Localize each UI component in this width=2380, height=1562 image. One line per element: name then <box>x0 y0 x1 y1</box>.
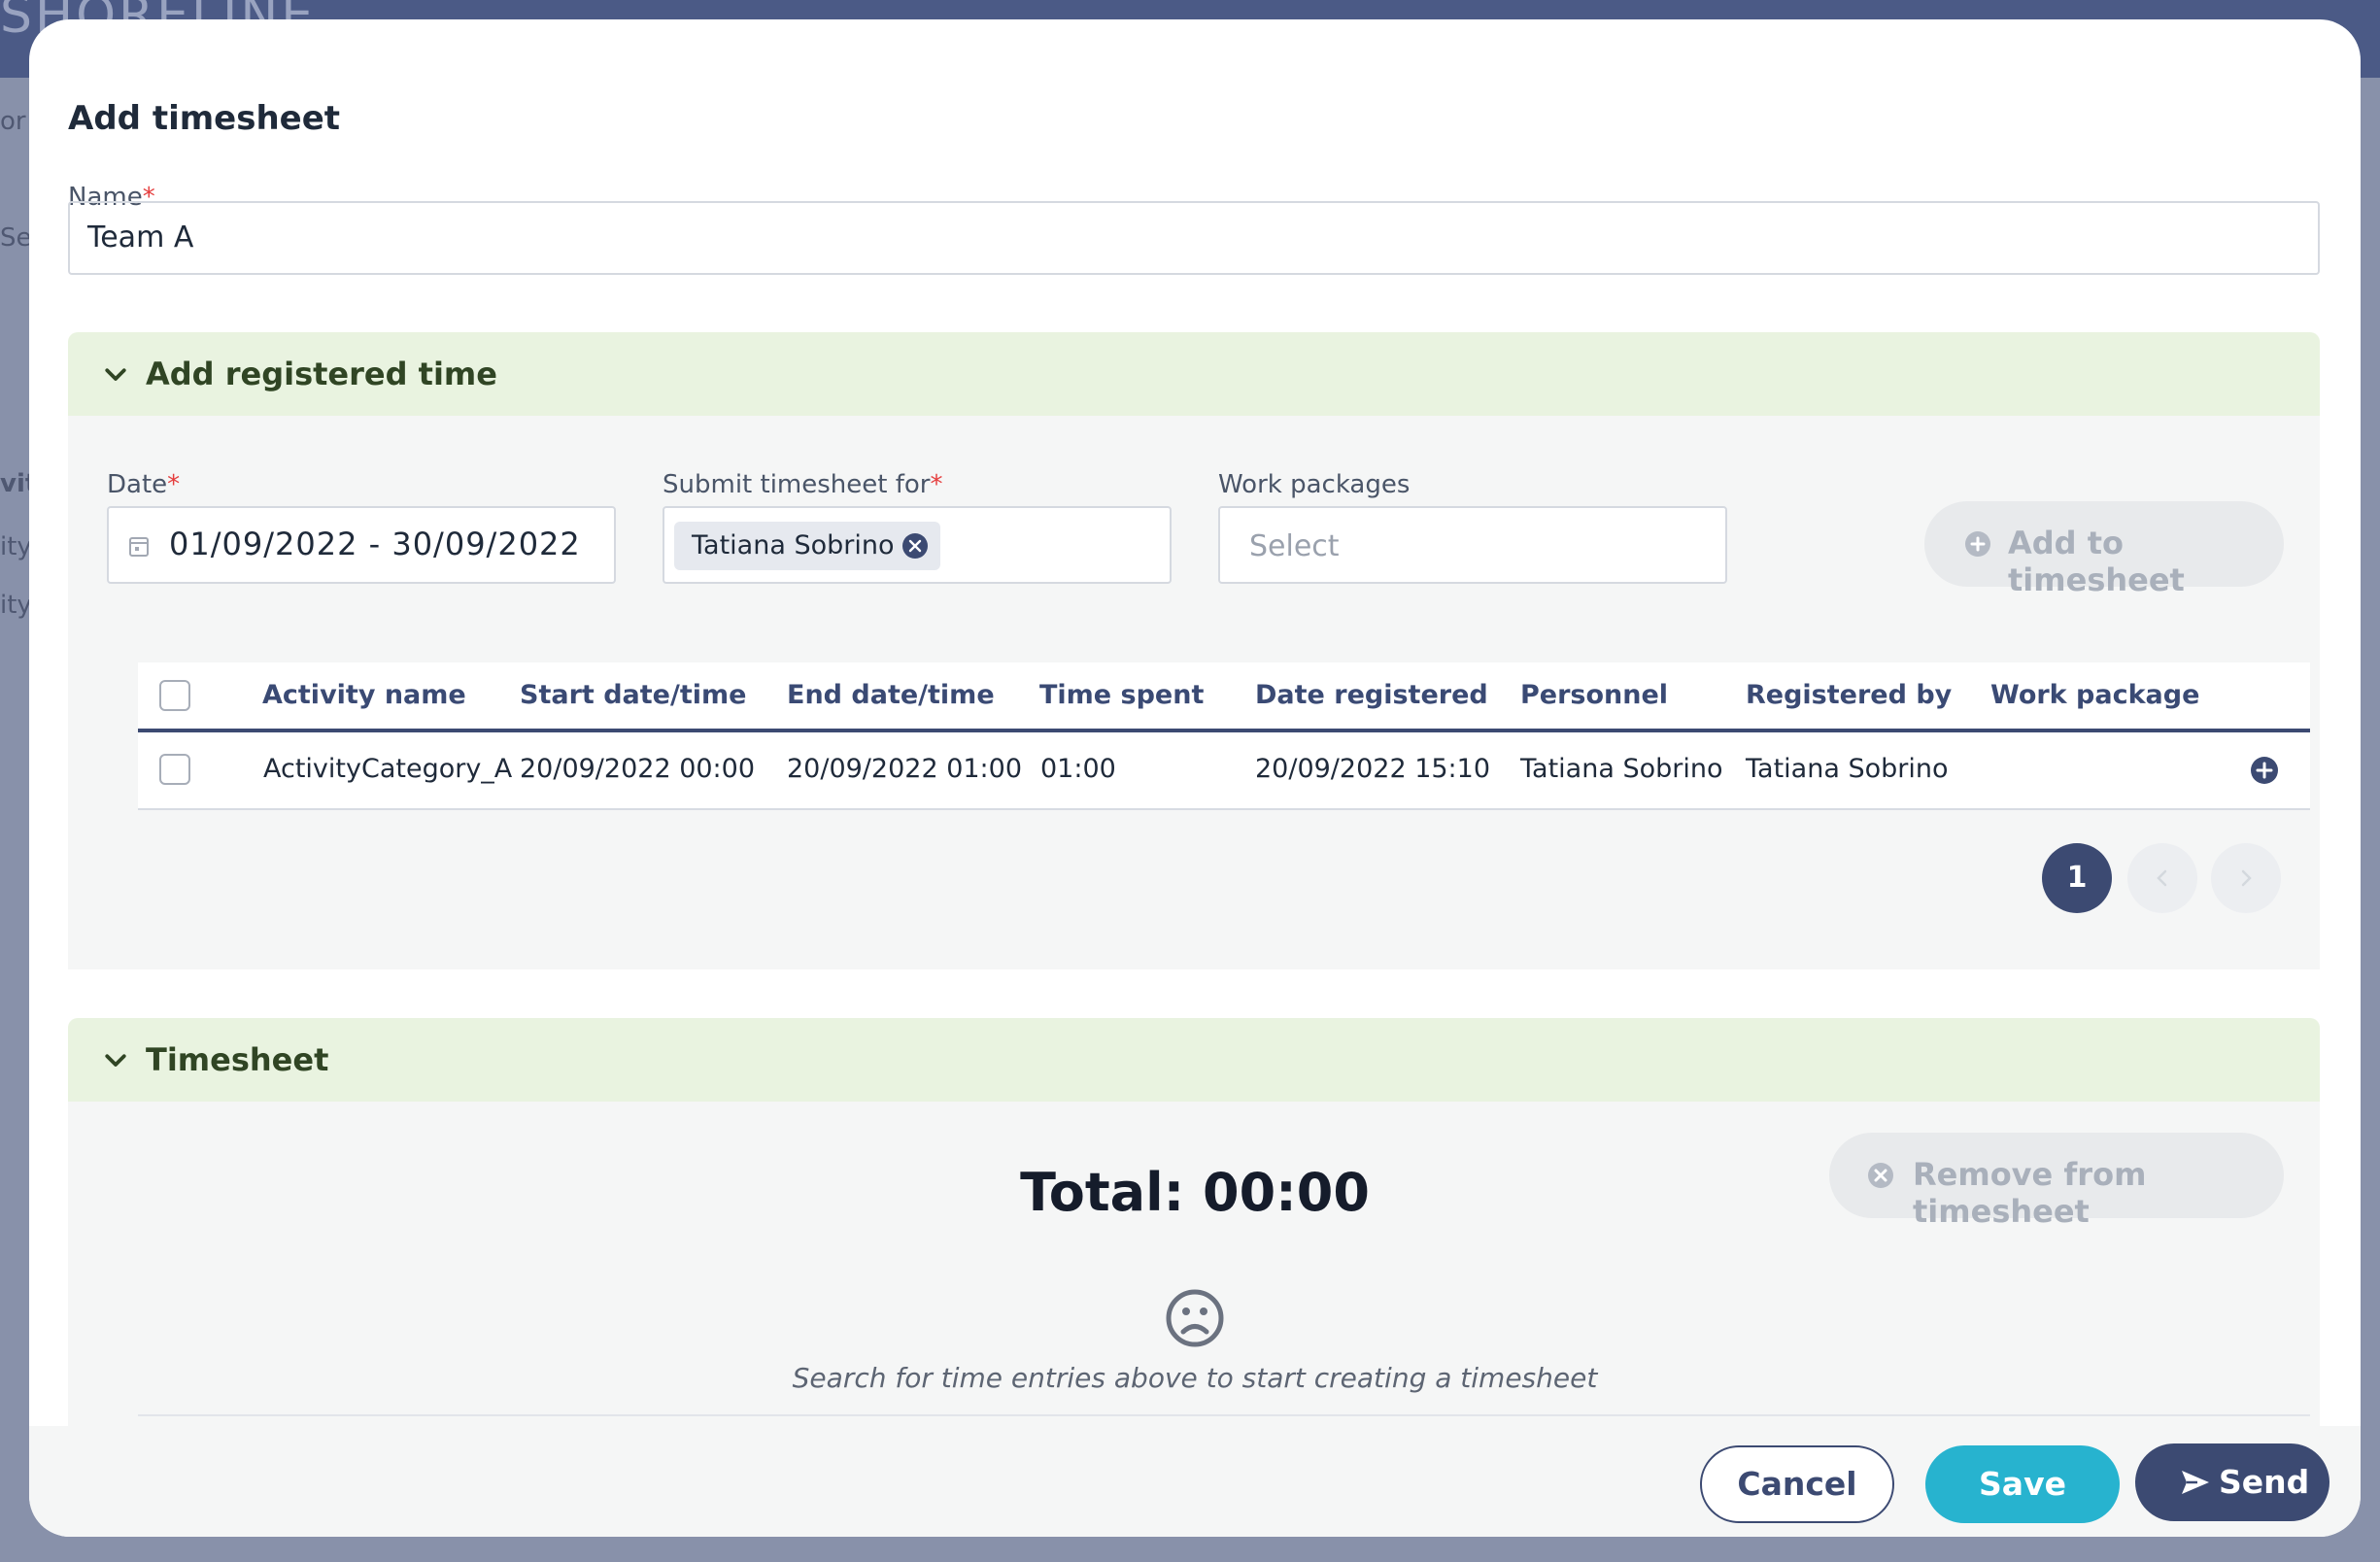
registered-by-cell: Tatiana Sobrino <box>1746 754 1949 784</box>
date-range-value: 01/09/2022 - 30/09/2022 <box>169 526 581 562</box>
save-button[interactable]: Save <box>1925 1445 2120 1523</box>
chevron-down-icon <box>105 1054 126 1067</box>
add-to-timesheet-button[interactable]: Add to timesheet <box>1924 501 2284 598</box>
plus-circle-icon <box>1965 531 1990 557</box>
column-header[interactable]: Work package <box>1990 680 2199 710</box>
submit-for-select[interactable]: Tatiana Sobrino <box>663 506 1172 584</box>
send-button[interactable]: Send <box>2135 1443 2329 1521</box>
date-registered-cell: 20/09/2022 15:10 <box>1255 754 1491 784</box>
sad-face-icon <box>1166 1289 1224 1347</box>
table-row: ActivityCategory_A 20/09/2022 00:00 20/0… <box>138 732 2310 810</box>
section-title: Timesheet <box>146 1041 329 1078</box>
work-packages-label: Work packages <box>1218 470 1411 499</box>
add-timesheet-modal: Add timesheet Name* Team A Add registere… <box>29 19 2361 1537</box>
personnel-chip: Tatiana Sobrino <box>674 522 941 570</box>
date-range-picker[interactable]: 01/09/2022 - 30/09/2022 <box>107 506 616 584</box>
add-to-timesheet-label: Add to timesheet <box>2008 525 2185 598</box>
row-checkbox[interactable] <box>159 754 190 785</box>
work-packages-placeholder: Select <box>1249 529 1340 563</box>
background-text: ity <box>0 591 32 620</box>
send-label: Send <box>2219 1463 2310 1501</box>
end-cell: 20/09/2022 01:00 <box>787 754 1023 784</box>
chevron-right-icon <box>2241 869 2252 887</box>
table-header: Activity name Start date/time End date/t… <box>138 662 2310 732</box>
column-header[interactable]: Date registered <box>1255 680 1488 710</box>
select-all-checkbox[interactable] <box>159 680 190 711</box>
column-header[interactable]: Registered by <box>1746 680 1952 710</box>
divider <box>138 1414 2310 1416</box>
send-icon <box>2182 1471 2209 1494</box>
column-header[interactable]: Start date/time <box>520 680 746 710</box>
next-page-button[interactable] <box>2211 843 2281 913</box>
remove-from-timesheet-button[interactable]: Remove from timesheet <box>1829 1133 2284 1230</box>
section-title: Add registered time <box>146 356 497 392</box>
name-input[interactable]: Team A <box>68 201 2320 275</box>
page-1-button[interactable]: 1 <box>2042 843 2112 913</box>
empty-state-message: Search for time entries above to start c… <box>792 1362 1598 1394</box>
date-label: Date* <box>107 470 181 499</box>
calendar-icon <box>129 537 149 557</box>
column-header[interactable]: End date/time <box>787 680 995 710</box>
personnel-cell: Tatiana Sobrino <box>1520 754 1723 784</box>
column-header[interactable]: Time spent <box>1039 680 1204 710</box>
close-circle-icon <box>1868 1163 1893 1188</box>
timesheet-header[interactable]: Timesheet <box>68 1018 2320 1102</box>
add-row-icon[interactable] <box>2250 756 2279 785</box>
modal-footer: Cancel Save Send <box>29 1426 2361 1537</box>
remove-from-timesheet-label: Remove from timesheet <box>1913 1156 2147 1230</box>
time-spent-cell: 01:00 <box>1040 754 1116 784</box>
work-packages-select[interactable]: Select <box>1218 506 1727 584</box>
modal-title: Add timesheet <box>68 99 341 138</box>
activity-cell: ActivityCategory_A <box>263 754 513 784</box>
chevron-down-icon <box>105 368 126 381</box>
add-registered-time-header[interactable]: Add registered time <box>68 332 2320 416</box>
background-text: or <box>0 107 26 136</box>
submit-for-label: Submit timesheet for* <box>663 470 943 499</box>
remove-chip-icon[interactable] <box>901 532 929 560</box>
previous-page-button[interactable] <box>2127 843 2197 913</box>
chevron-left-icon <box>2157 869 2167 887</box>
cancel-button[interactable]: Cancel <box>1700 1445 1894 1523</box>
background-text: ity <box>0 532 32 561</box>
start-cell: 20/09/2022 00:00 <box>520 754 756 784</box>
column-header[interactable]: Activity name <box>262 680 466 710</box>
column-header[interactable]: Personnel <box>1520 680 1668 710</box>
time-entries-table: Activity name Start date/time End date/t… <box>138 662 2310 810</box>
